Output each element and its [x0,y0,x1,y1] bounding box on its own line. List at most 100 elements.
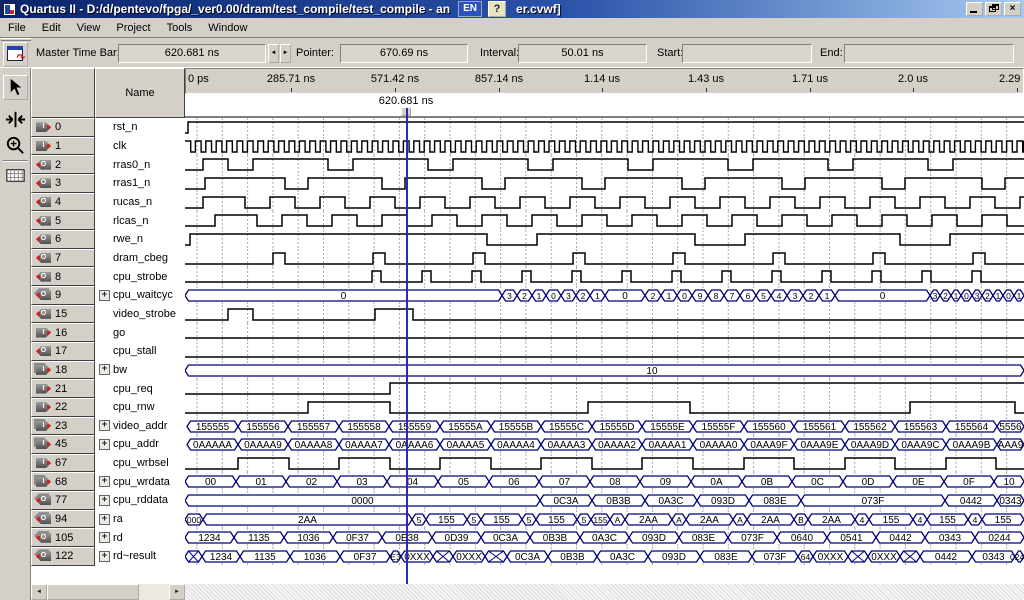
wave-row-rras1_n[interactable] [185,174,1024,193]
signal-select-button[interactable]: O8 [31,267,95,286]
signal-name[interactable]: +cpu_addr [95,435,185,454]
signal-select-button[interactable]: O9 [31,286,95,305]
signal-name[interactable]: +go [95,323,185,342]
time-axis[interactable]: 0 ps285.71 ns571.42 ns857.14 ns1.14 us1.… [185,68,1024,94]
wave-row-rucas_n[interactable] [185,193,1024,212]
signal-select-button[interactable]: I23 [31,417,95,436]
wave-row-bw[interactable]: 10 [185,361,1024,380]
signal-name[interactable]: +clk [95,137,185,156]
scrollbar-thumb[interactable] [47,584,139,600]
signal-name[interactable]: +cpu_wrbsel [95,454,185,473]
signal-name[interactable]: +cpu_strobe [95,267,185,286]
expand-icon[interactable]: + [99,420,110,431]
signal-select-button[interactable]: O5 [31,211,95,230]
signal-name[interactable]: +cpu_rnw [95,398,185,417]
expand-icon[interactable]: + [99,495,110,506]
signal-select-button[interactable]: O17 [31,342,95,361]
master-time-bar-value[interactable]: 620.681 ns [118,44,266,63]
signal-select-button[interactable]: I67 [31,454,95,473]
zoom-tool-icon[interactable] [3,134,28,159]
signal-select-button[interactable]: O7 [31,249,95,268]
waveform-editor-icon[interactable]: ↷ [3,42,28,67]
signal-h-scrollbar[interactable]: ◄ ► [31,584,185,600]
restore-button[interactable] [985,2,1002,16]
wave-row-cpu_waitcyc[interactable]: 0321032102109876543210321032101 [185,286,1024,305]
signal-select-button[interactable]: O94 [31,510,95,529]
expand-icon[interactable]: + [99,290,110,301]
wave-row-cpu_stall[interactable] [185,342,1024,361]
help-icon[interactable]: ? [488,1,506,17]
signal-name[interactable]: +cpu_rddata [95,491,185,510]
signal-name[interactable]: +ra [95,510,185,529]
signal-name[interactable]: +rd [95,528,185,547]
expand-icon[interactable]: + [99,476,110,487]
signal-name[interactable]: +rd~result [95,547,185,566]
grid-view-icon[interactable] [3,164,28,189]
signal-select-button[interactable]: I1 [31,137,95,156]
cursor-strip[interactable]: 620.681 ns [185,94,1024,118]
wave-row-rd~result[interactable]: 1234113510360F37E30XXX0XXX0C3A0B3B0A3C09… [185,547,1024,566]
signal-name[interactable]: +rucas_n [95,193,185,212]
wave-row-ra[interactable]: 0002AA5155515551555155A2AAA2AAA2AAB2AA41… [185,510,1024,529]
wave-row-rlcas_n[interactable] [185,211,1024,230]
signal-select-button[interactable]: I45 [31,435,95,454]
name-column-header[interactable]: Name [95,68,185,118]
signal-name[interactable]: +rlcas_n [95,211,185,230]
signal-name[interactable]: +cpu_req [95,379,185,398]
master-time-prev-icon[interactable]: ◄ [268,44,279,63]
wave-row-go[interactable] [185,323,1024,342]
signal-select-button[interactable]: O3 [31,174,95,193]
signal-name[interactable]: +cpu_waitcyc [95,286,185,305]
toolbar-grip[interactable] [1,38,31,41]
signal-select-button[interactable]: O4 [31,193,95,212]
wave-row-rst_n[interactable] [185,118,1024,137]
fit-in-window-icon[interactable] [3,108,28,133]
wave-row-cpu_wrbsel[interactable] [185,454,1024,473]
close-button[interactable]: × [1004,2,1021,16]
wave-row-rd[interactable]: 1234113510360F370E380D390C3A0B3B0A3C093D… [185,528,1024,547]
expand-icon[interactable]: + [99,364,110,375]
menu-item-edit[interactable]: Edit [34,20,69,36]
signal-select-button[interactable]: O105 [31,528,95,547]
wave-row-cpu_addr[interactable]: 0AAAAA0AAAA90AAAA80AAAA70AAAA60AAAA50AAA… [185,435,1024,454]
menu-item-tools[interactable]: Tools [159,20,201,36]
number-column-header[interactable] [31,68,95,118]
wave-row-rras0_n[interactable] [185,155,1024,174]
wave-row-clk[interactable] [185,137,1024,156]
signal-select-button[interactable]: I18 [31,361,95,380]
signal-name[interactable]: +rras0_n [95,155,185,174]
expand-icon[interactable]: + [99,439,110,450]
signal-select-button[interactable]: O122 [31,547,95,566]
signal-select-button[interactable]: I68 [31,472,95,491]
signal-name[interactable]: +bw [95,361,185,380]
scroll-left-icon[interactable]: ◄ [31,584,47,600]
menu-item-project[interactable]: Project [108,20,158,36]
wave-row-rwe_n[interactable] [185,230,1024,249]
signal-name[interactable]: +rwe_n [95,230,185,249]
wave-row-cpu_strobe[interactable] [185,267,1024,286]
expand-icon[interactable]: + [99,514,110,525]
signal-name[interactable]: +rras1_n [95,174,185,193]
signal-name[interactable]: +cpu_wrdata [95,472,185,491]
signal-name[interactable]: +video_addr [95,417,185,436]
signal-select-button[interactable]: O77 [31,491,95,510]
master-time-cursor-line[interactable] [406,108,408,584]
menu-item-view[interactable]: View [69,20,109,36]
menu-item-file[interactable]: File [0,20,34,36]
signal-select-button[interactable]: I16 [31,323,95,342]
signal-select-button[interactable]: O2 [31,155,95,174]
signal-select-button[interactable]: O6 [31,230,95,249]
signal-select-button[interactable]: I21 [31,379,95,398]
master-time-next-icon[interactable]: ► [280,44,291,63]
signal-select-button[interactable]: I22 [31,398,95,417]
signal-name[interactable]: +dram_cbeg [95,249,185,268]
wave-row-cpu_wrdata[interactable]: 000102030405060708090A0B0C0D0E0F10 [185,472,1024,491]
expand-icon[interactable]: + [99,551,110,562]
wave-row-dram_cbeg[interactable] [185,249,1024,268]
wave-row-video_addr[interactable]: 15555515555615555715555815555915555A1555… [185,417,1024,436]
signal-name[interactable]: +rst_n [95,118,185,137]
language-indicator[interactable]: EN [458,1,482,17]
minimize-button[interactable] [966,2,983,16]
scroll-right-icon[interactable]: ► [169,584,185,600]
signal-name[interactable]: +video_strobe [95,305,185,324]
